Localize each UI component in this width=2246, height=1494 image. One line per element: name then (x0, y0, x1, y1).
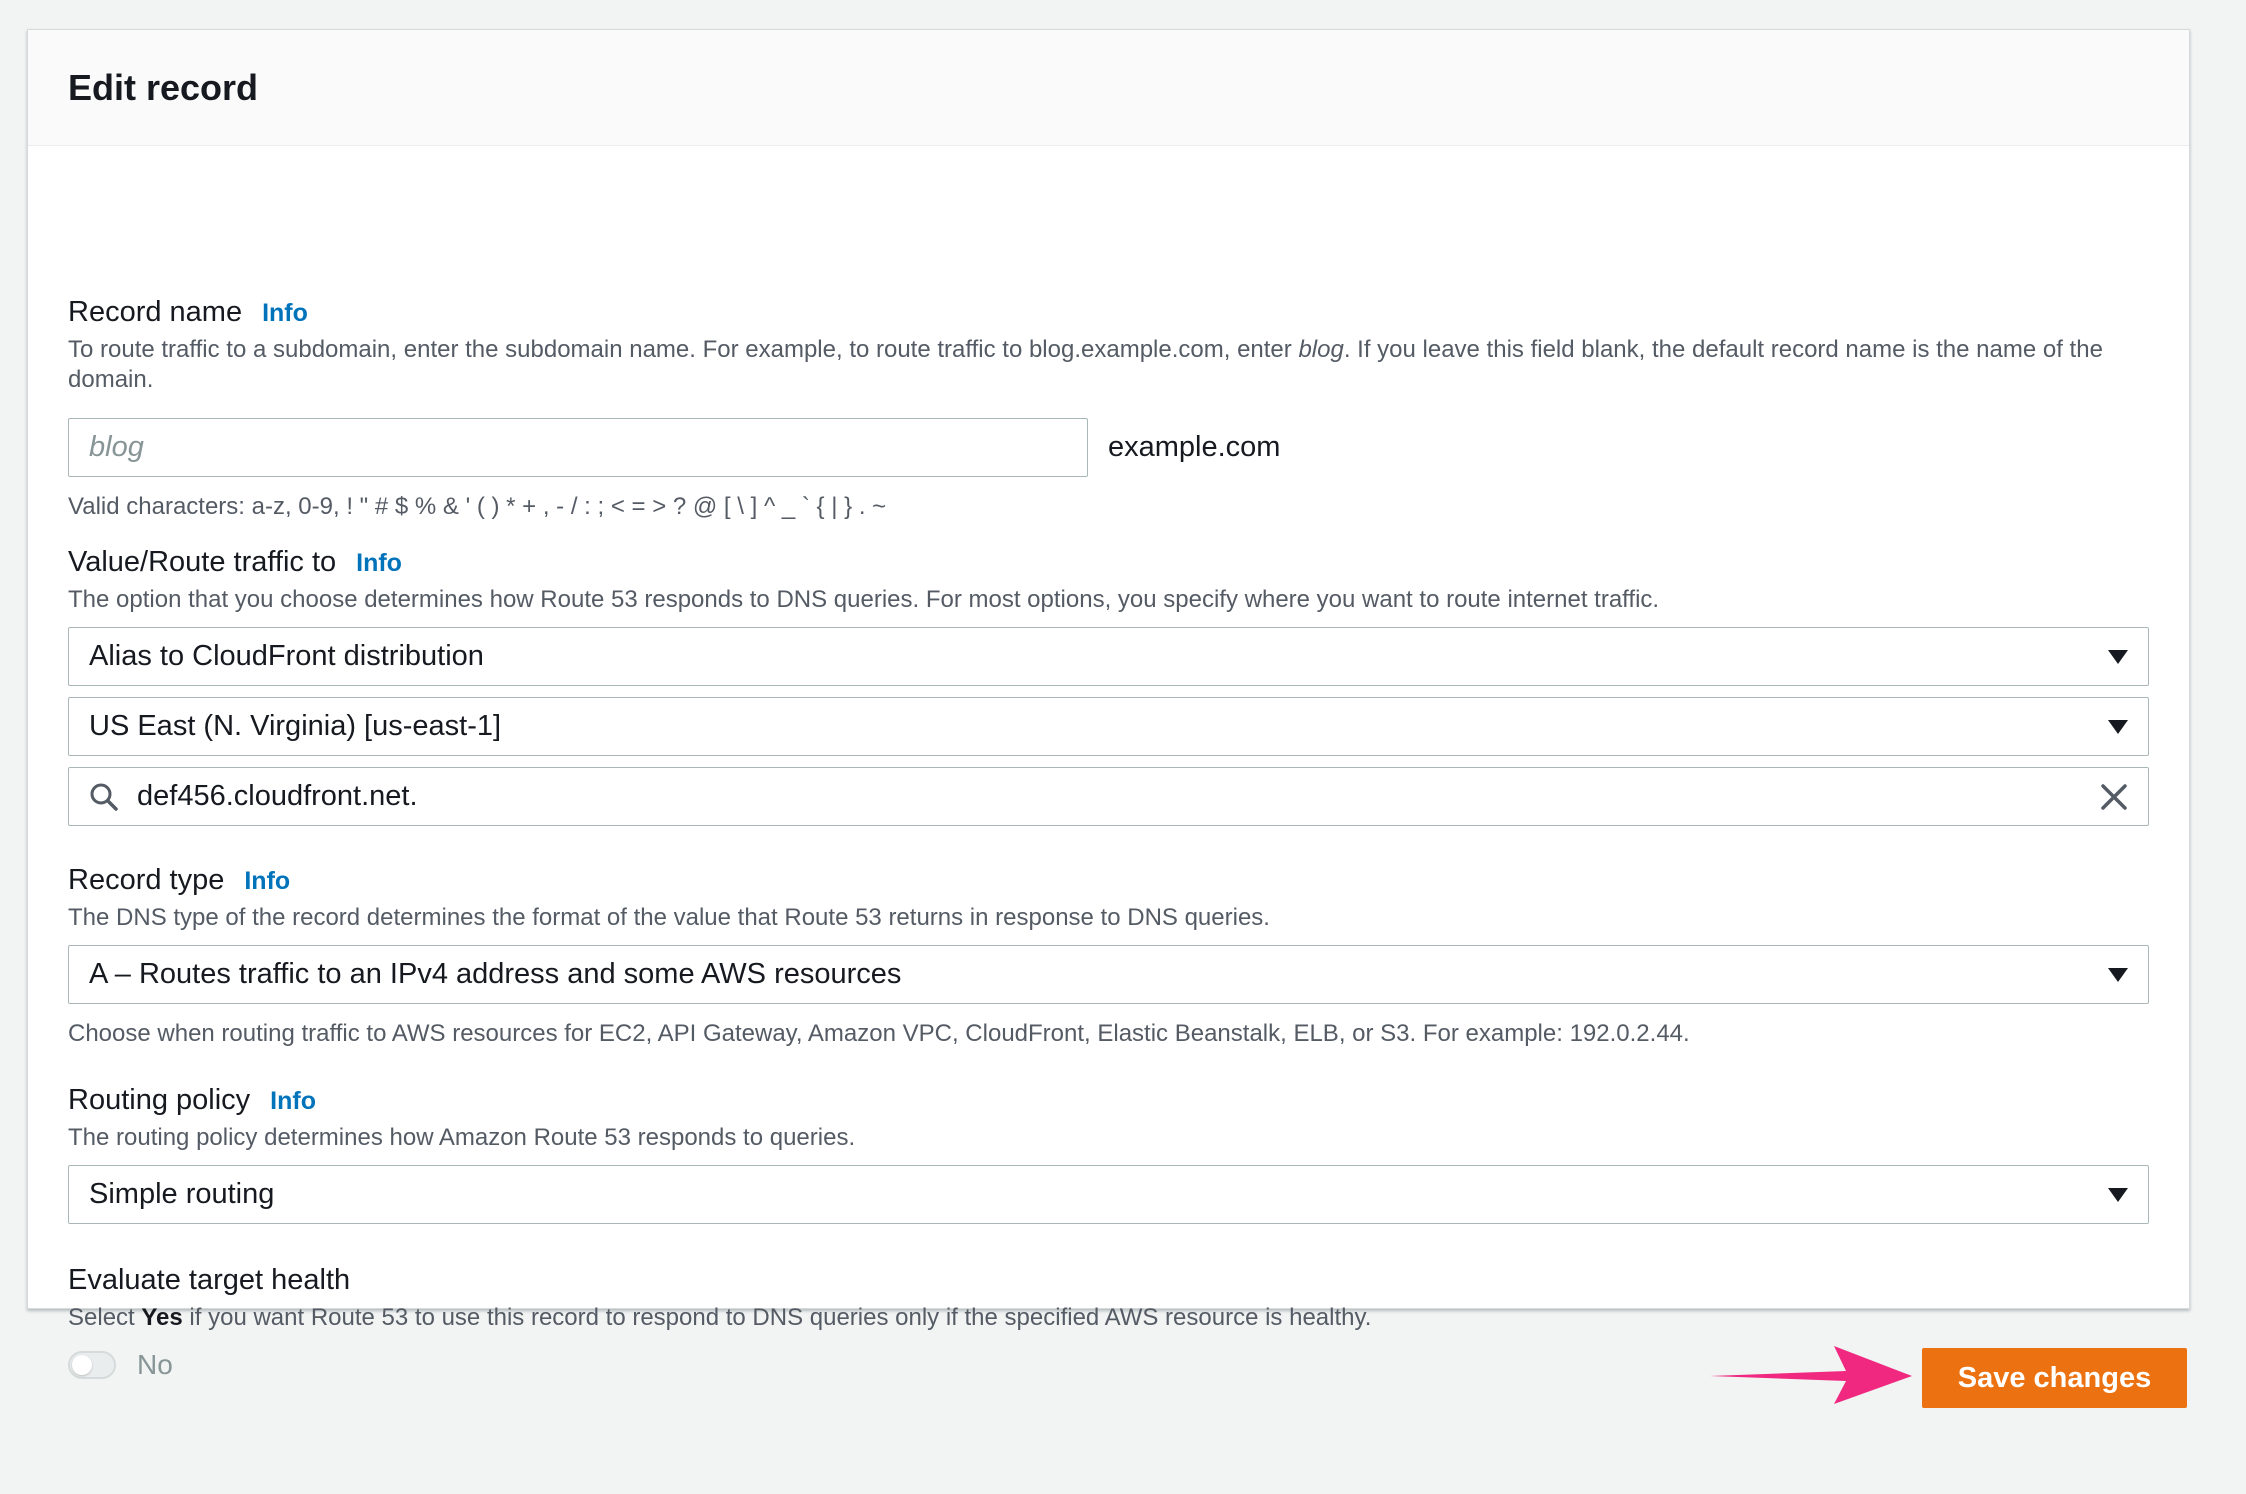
caret-down-icon (2108, 649, 2128, 664)
record-name-description: To route traffic to a subdomain, enter t… (68, 336, 2103, 393)
routing-policy-select[interactable]: Simple routing (68, 1165, 2149, 1224)
region-select[interactable]: US East (N. Virginia) [us-east-1] (68, 697, 2149, 756)
arrow-right-icon (1710, 1346, 1912, 1404)
page-title: Edit record (68, 66, 259, 108)
routing-policy-label: Routing policy (68, 1084, 251, 1116)
value-route-label: Value/Route traffic to (68, 546, 337, 578)
record-type-section: Record type Info The DNS type of the rec… (68, 864, 2149, 1048)
record-name-input[interactable]: blog (68, 418, 1088, 477)
value-route-info-link[interactable]: Info (356, 549, 402, 578)
value-route-description: The option that you choose determines ho… (68, 586, 1660, 613)
toggle-label: No (137, 1349, 173, 1380)
distribution-search-input[interactable]: def456.cloudfront.net. (68, 767, 2149, 826)
routing-policy-section: Routing policy Info The routing policy d… (68, 1084, 2149, 1224)
value-route-section: Value/Route traffic to Info The option t… (68, 546, 2149, 826)
routing-policy-description: The routing policy determines how Amazon… (68, 1124, 856, 1151)
domain-suffix: example.com (1108, 431, 1281, 463)
evaluate-health-toggle[interactable] (68, 1351, 116, 1379)
record-name-info-link[interactable]: Info (262, 299, 308, 328)
evaluate-health-description: Select Yes if you want Route 53 to use t… (68, 1304, 1372, 1331)
caret-down-icon (2108, 1187, 2128, 1202)
record-name-valid-characters: Valid characters: a-z, 0-9, ! " # $ % & … (68, 493, 887, 520)
record-name-label: Record name (68, 296, 243, 328)
record-name-section: Record name Info To route traffic to a s… (68, 296, 2149, 521)
search-icon (89, 782, 119, 812)
edit-record-panel: Edit record Record name Info To route tr… (27, 29, 2190, 1380)
record-type-info-link[interactable]: Info (244, 867, 290, 896)
caret-down-icon (2108, 967, 2128, 982)
panel-header: Edit record (28, 30, 2189, 146)
endpoint-select[interactable]: Alias to CloudFront distribution (68, 627, 2149, 686)
record-type-hint: Choose when routing traffic to AWS resou… (68, 1020, 1690, 1047)
close-icon[interactable] (2100, 783, 2128, 811)
record-type-label: Record type (68, 864, 225, 896)
save-changes-button[interactable]: Save changes (1922, 1348, 2187, 1408)
record-type-select[interactable]: A – Routes traffic to an IPv4 address an… (68, 945, 2149, 1004)
record-type-description: The DNS type of the record determines th… (68, 904, 1270, 931)
toggle-knob (72, 1355, 92, 1375)
routing-policy-info-link[interactable]: Info (270, 1087, 316, 1116)
caret-down-icon (2108, 719, 2128, 734)
evaluate-health-label: Evaluate target health (68, 1264, 351, 1296)
